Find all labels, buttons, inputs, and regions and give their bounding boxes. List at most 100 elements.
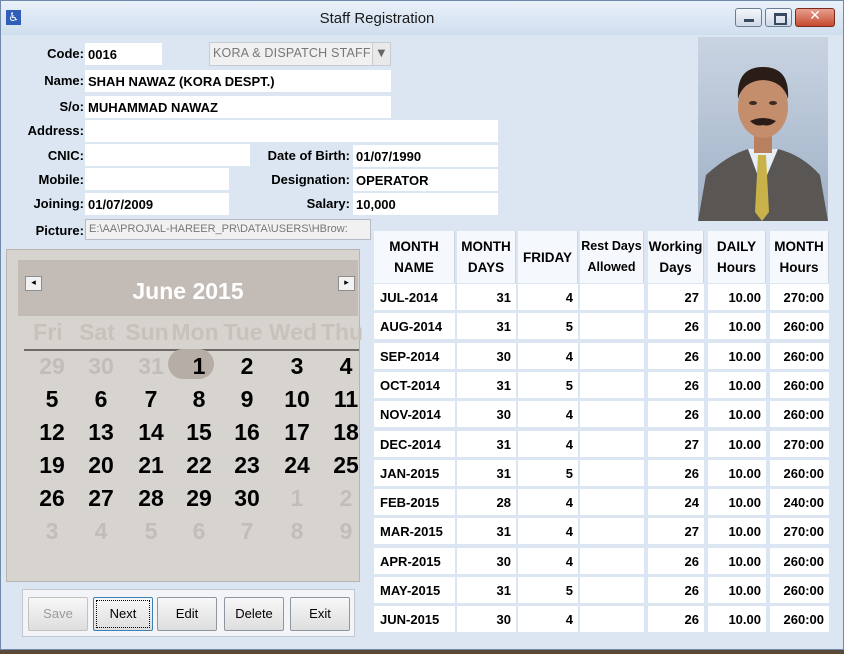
calendar-day[interactable]: 21 <box>126 450 176 480</box>
table-cell[interactable]: 260:00 <box>770 401 829 428</box>
table-cell[interactable]: 10.00 <box>708 459 766 486</box>
table-cell[interactable]: 30 <box>457 401 516 428</box>
table-cell[interactable]: 26 <box>648 401 704 428</box>
table-cell[interactable]: SEP-2014 <box>374 342 455 369</box>
cnic-field[interactable] <box>85 144 250 166</box>
calendar-day-outside[interactable]: 3 <box>27 516 77 546</box>
table-cell[interactable]: 4 <box>518 430 578 457</box>
table-cell[interactable]: 31 <box>457 430 516 457</box>
address-field[interactable] <box>85 120 498 142</box>
next-button[interactable]: Next <box>93 597 153 631</box>
calendar-day-outside[interactable]: 5 <box>126 516 176 546</box>
calendar-day[interactable]: 18 <box>321 417 371 447</box>
table-cell[interactable]: 260:00 <box>770 371 829 398</box>
month-calendar[interactable]: ◂ June 2015 ▸ Fri Sat Sun Mon Tue Wed Thu 29 30… <box>6 249 363 582</box>
table-cell[interactable]: APR-2015 <box>374 547 455 574</box>
calendar-day[interactable]: 19 <box>27 450 77 480</box>
table-cell[interactable]: 270:00 <box>770 430 829 457</box>
column-header-2[interactable]: FRIDAY <box>518 231 578 283</box>
table-cell[interactable]: JUL-2014 <box>374 284 455 310</box>
column-header-4[interactable]: Working Days <box>648 231 704 283</box>
table-cell[interactable] <box>580 371 644 398</box>
column-header-0[interactable]: MONTH NAME <box>374 231 455 283</box>
mobile-field[interactable] <box>85 168 229 190</box>
edit-button[interactable]: Edit <box>157 597 217 631</box>
calendar-day[interactable]: 20 <box>76 450 126 480</box>
calendar-day[interactable]: 2 <box>222 351 272 381</box>
table-cell[interactable]: AUG-2014 <box>374 313 455 340</box>
table-cell[interactable]: 10.00 <box>708 606 766 633</box>
table-cell[interactable]: 31 <box>457 313 516 340</box>
calendar-day-outside[interactable]: 6 <box>174 516 224 546</box>
table-cell[interactable]: OCT-2014 <box>374 371 455 398</box>
table-cell[interactable]: MAY-2015 <box>374 577 455 603</box>
calendar-day[interactable]: 28 <box>126 483 176 513</box>
table-cell[interactable]: 10.00 <box>708 547 766 574</box>
calendar-day[interactable]: 3 <box>272 351 322 381</box>
table-cell[interactable]: 5 <box>518 577 578 603</box>
table-cell[interactable]: 10.00 <box>708 489 766 516</box>
table-cell[interactable]: 260:00 <box>770 459 829 486</box>
table-cell[interactable]: 31 <box>457 577 516 603</box>
table-cell[interactable]: 5 <box>518 371 578 398</box>
calendar-day[interactable]: 23 <box>222 450 272 480</box>
calendar-day[interactable]: 16 <box>222 417 272 447</box>
table-cell[interactable] <box>580 547 644 574</box>
calendar-day[interactable]: 25 <box>321 450 371 480</box>
table-cell[interactable] <box>580 284 644 310</box>
table-cell[interactable]: 4 <box>518 606 578 633</box>
maximize-button[interactable] <box>765 8 792 27</box>
column-header-3[interactable]: Rest Days Allowed <box>580 231 644 283</box>
table-cell[interactable]: 240:00 <box>770 489 829 516</box>
table-cell[interactable]: 10.00 <box>708 313 766 340</box>
table-cell[interactable]: 10.00 <box>708 284 766 310</box>
calendar-day[interactable]: 4 <box>321 351 371 381</box>
table-cell[interactable]: DEC-2014 <box>374 430 455 457</box>
table-cell[interactable]: 27 <box>648 518 704 545</box>
table-cell[interactable]: 270:00 <box>770 518 829 545</box>
staff-category-select[interactable]: KORA & DISPATCH STAFF ▼ <box>209 42 391 66</box>
table-cell[interactable] <box>580 459 644 486</box>
table-cell[interactable]: 26 <box>648 577 704 603</box>
calendar-day[interactable]: 22 <box>174 450 224 480</box>
table-cell[interactable]: 4 <box>518 547 578 574</box>
table-cell[interactable]: 5 <box>518 313 578 340</box>
table-cell[interactable]: JUN-2015 <box>374 606 455 633</box>
exit-button[interactable]: Exit <box>290 597 350 631</box>
table-cell[interactable]: MAR-2015 <box>374 518 455 545</box>
calendar-day[interactable]: 9 <box>222 384 272 414</box>
table-cell[interactable]: 30 <box>457 606 516 633</box>
table-cell[interactable] <box>580 313 644 340</box>
calendar-day[interactable]: 27 <box>76 483 126 513</box>
calendar-day[interactable]: 14 <box>126 417 176 447</box>
title-bar[interactable]: ♿ Staff Registration ✕ <box>1 1 843 35</box>
calendar-next-button[interactable]: ▸ <box>338 276 355 291</box>
save-button[interactable]: Save <box>28 597 88 631</box>
calendar-day-outside[interactable]: 7 <box>222 516 272 546</box>
table-cell[interactable]: 10.00 <box>708 342 766 369</box>
table-cell[interactable]: 31 <box>457 459 516 486</box>
table-cell[interactable] <box>580 401 644 428</box>
table-cell[interactable]: 24 <box>648 489 704 516</box>
table-cell[interactable]: NOV-2014 <box>374 401 455 428</box>
father-name-field[interactable]: MUHAMMAD NAWAZ <box>85 96 391 118</box>
table-cell[interactable]: 27 <box>648 430 704 457</box>
chevron-down-icon[interactable]: ▼ <box>372 43 390 65</box>
minimize-button[interactable] <box>735 8 762 27</box>
table-cell[interactable] <box>580 577 644 603</box>
table-cell[interactable]: 4 <box>518 518 578 545</box>
table-cell[interactable] <box>580 489 644 516</box>
calendar-day[interactable]: 26 <box>27 483 77 513</box>
table-cell[interactable]: 4 <box>518 401 578 428</box>
table-cell[interactable]: 30 <box>457 547 516 574</box>
table-cell[interactable] <box>580 606 644 633</box>
calendar-day[interactable]: 11 <box>321 384 371 414</box>
calendar-day-outside[interactable]: 29 <box>27 351 77 381</box>
table-cell[interactable]: 260:00 <box>770 547 829 574</box>
calendar-month-title[interactable]: June 2015 <box>18 278 358 305</box>
table-cell[interactable]: 260:00 <box>770 313 829 340</box>
table-cell[interactable]: 26 <box>648 459 704 486</box>
calendar-day[interactable]: 17 <box>272 417 322 447</box>
column-header-5[interactable]: DAILY Hours <box>708 231 766 283</box>
table-cell[interactable]: 260:00 <box>770 342 829 369</box>
